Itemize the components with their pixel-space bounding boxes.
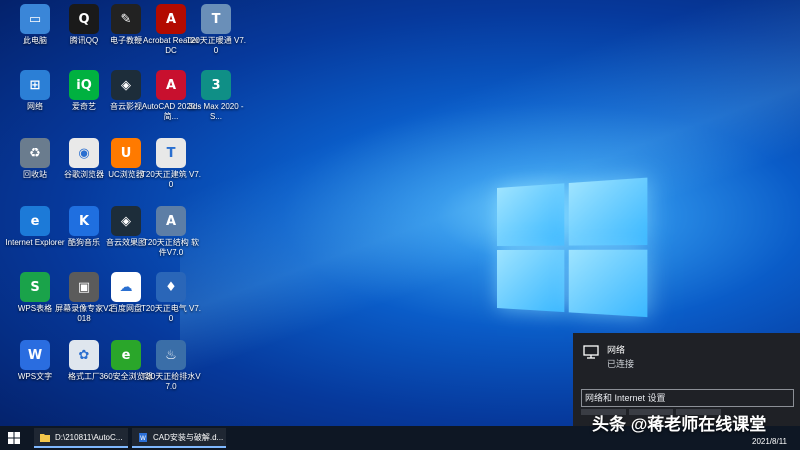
folder-icon bbox=[40, 433, 50, 442]
desktop-icon[interactable]: T T20天正暖通 V7.0 bbox=[186, 4, 246, 68]
windows-wallpaper-logo bbox=[497, 177, 660, 328]
desktop-icon-label: T20天正结构 软件V7.0 bbox=[142, 238, 199, 257]
tangent-water-icon: ♨ bbox=[156, 340, 186, 370]
yinyun-render-icon: ◈ bbox=[111, 206, 141, 236]
iqiyi-icon: iQ bbox=[69, 70, 99, 100]
tangent-struct-icon: A bbox=[156, 206, 186, 236]
desktop-icon[interactable]: ♨ T20天正给排水V7.0 bbox=[141, 340, 201, 404]
taskbar-item-folder[interactable]: D:\210811\AutoC... bbox=[34, 428, 128, 448]
baidu-netdisk-icon: ☁ bbox=[111, 272, 141, 302]
taskbar-item-document[interactable]: W CAD安装与破解.d... bbox=[132, 428, 226, 448]
screen-recorder-icon: ▣ bbox=[69, 272, 99, 302]
network-status: 已连接 bbox=[607, 359, 635, 369]
desktop-icon-label: T20天正电气 V7.0 bbox=[141, 304, 202, 323]
pointer-icon: ✎ bbox=[111, 4, 141, 34]
svg-text:W: W bbox=[140, 435, 146, 442]
tangent-elec-icon: ♦ bbox=[156, 272, 186, 302]
ethernet-icon bbox=[583, 345, 599, 359]
recycle-bin-icon: ♻ bbox=[20, 138, 50, 168]
watermark: 头条 @蒋老师在线课堂 bbox=[592, 415, 767, 434]
ie-icon: e bbox=[20, 206, 50, 236]
desktop-icon-label: T20天正给排水V7.0 bbox=[141, 372, 201, 391]
system-date[interactable]: 2021/8/11 bbox=[752, 437, 787, 446]
desktop-icon-label: T20天正建筑 V7.0 bbox=[141, 170, 202, 189]
document-icon: W bbox=[139, 432, 147, 442]
360-browser-icon: e bbox=[111, 340, 141, 370]
tangent-arch-icon: T bbox=[156, 138, 186, 168]
network-name[interactable]: 网络 bbox=[607, 343, 625, 356]
network-settings-link[interactable]: 网络和 Internet 设置 bbox=[581, 389, 794, 407]
qq-icon: Q bbox=[69, 4, 99, 34]
desktop-icon-label: 3ds Max 2020 - S... bbox=[188, 102, 244, 121]
wps-sheet-icon: S bbox=[20, 272, 50, 302]
autocad-icon: A bbox=[156, 70, 186, 100]
desktop-icon[interactable]: ♦ T20天正电气 V7.0 bbox=[141, 272, 201, 336]
desktop-icon-label: T20天正暖通 V7.0 bbox=[186, 36, 247, 55]
computer-icon: ▭ bbox=[20, 4, 50, 34]
taskbar-item-label: CAD安装与破解.d... bbox=[153, 432, 224, 442]
desktop-icon[interactable]: A T20天正结构 软件V7.0 bbox=[141, 206, 201, 270]
windows-start-icon[interactable] bbox=[8, 432, 20, 444]
format-factory-icon: ✿ bbox=[69, 340, 99, 370]
acrobat-icon: A bbox=[156, 4, 186, 34]
wps-writer-icon: W bbox=[20, 340, 50, 370]
uc-browser-icon: U bbox=[111, 138, 141, 168]
tangent-hvac-icon: T bbox=[201, 4, 231, 34]
desktop-icon[interactable]: T T20天正建筑 V7.0 bbox=[141, 138, 201, 202]
desktop-icon[interactable]: 3 3ds Max 2020 - S... bbox=[186, 70, 246, 134]
network-icon: ⊞ bbox=[20, 70, 50, 100]
kugou-icon: K bbox=[69, 206, 99, 236]
taskbar-item-label: D:\210811\AutoC... bbox=[55, 432, 123, 442]
yinyun-video-icon: ◈ bbox=[111, 70, 141, 100]
3dsmax-icon: 3 bbox=[201, 70, 231, 100]
chrome-icon: ◉ bbox=[69, 138, 99, 168]
